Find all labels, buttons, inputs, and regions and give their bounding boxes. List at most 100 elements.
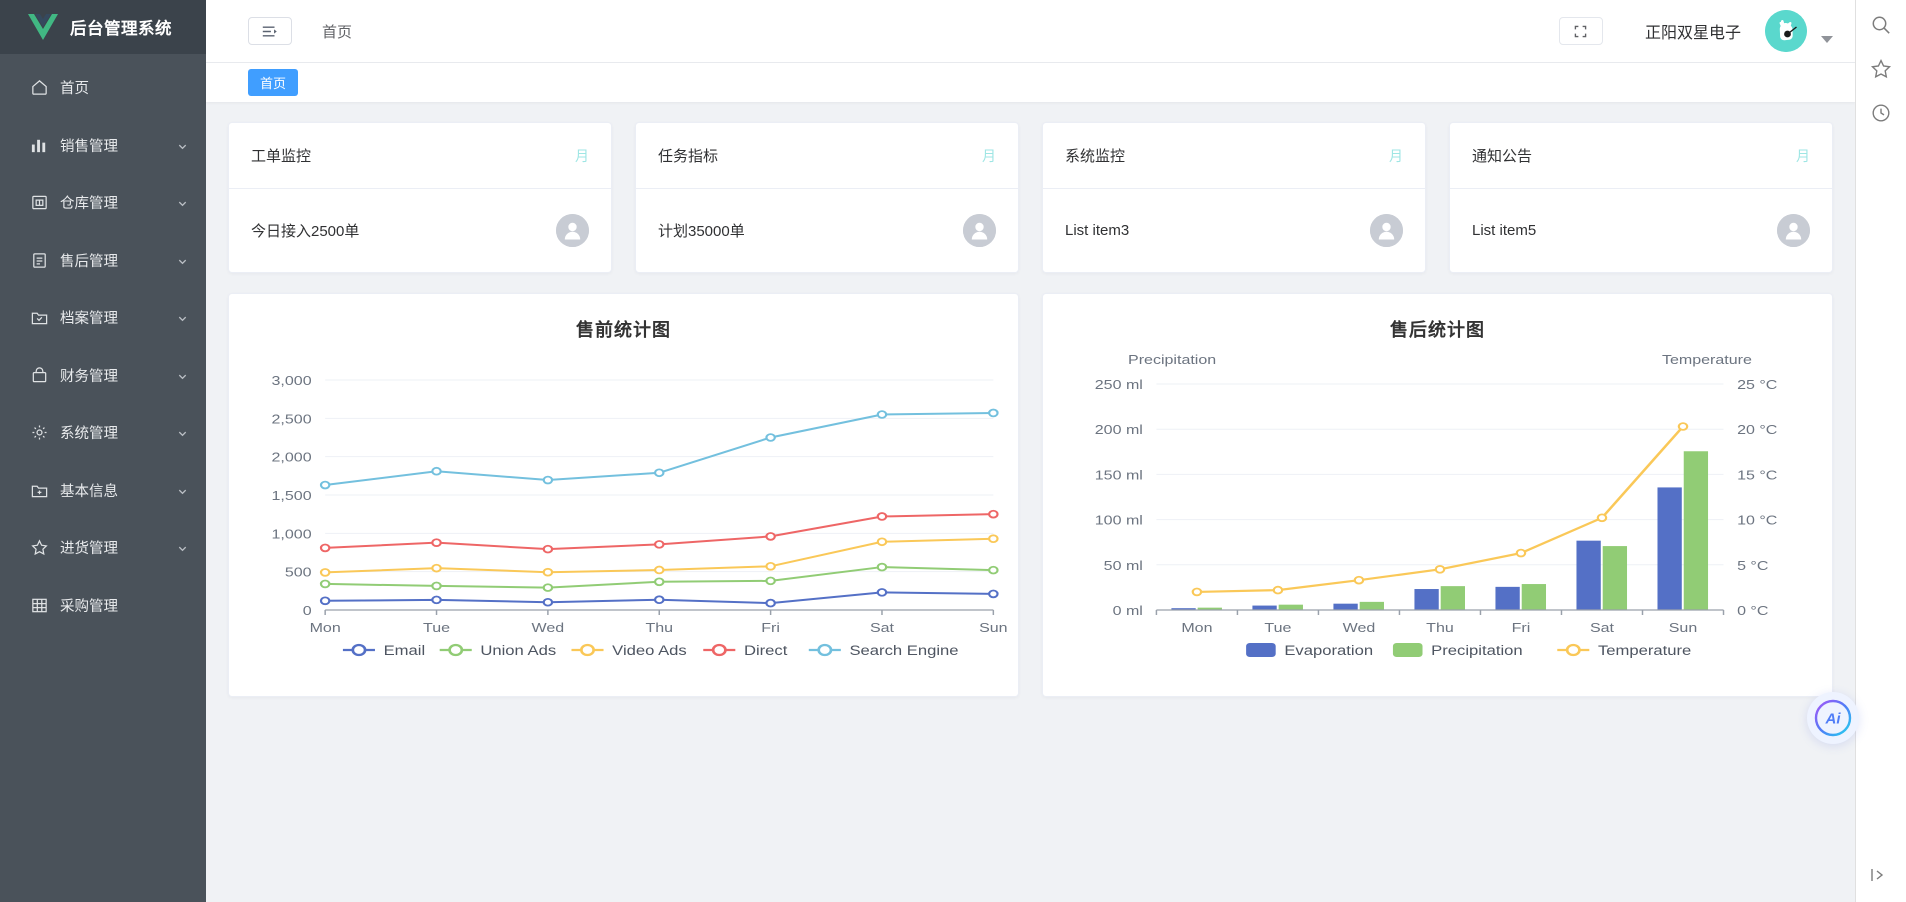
sidebar: 后台管理系统 首页 销售管理 仓库管理 售后管理 档案管理 财务管理 系统管理 … (0, 0, 206, 902)
bookmark-star-icon[interactable] (1870, 58, 1892, 80)
sidebar-item-finance[interactable]: 财务管理 (0, 347, 206, 405)
svg-text:50 ml: 50 ml (1104, 559, 1143, 573)
gear-icon (30, 423, 49, 442)
svg-text:15 °C: 15 °C (1737, 469, 1777, 483)
grid-icon (30, 596, 49, 615)
svg-text:2,000: 2,000 (272, 451, 312, 465)
folder-add-icon (30, 481, 49, 500)
tag-item-home[interactable]: 首页 (248, 69, 299, 96)
briefcase-icon (30, 366, 49, 385)
sidebar-item-label: 采购管理 (60, 598, 118, 615)
menu-fold-icon[interactable] (248, 17, 292, 45)
svg-text:100 ml: 100 ml (1095, 514, 1143, 528)
username-label: 正阳双星电子 (1644, 25, 1741, 42)
svg-text:Sat: Sat (870, 621, 894, 635)
stat-card-title: 工单监控 (251, 148, 312, 165)
chevron-down-icon[interactable] (1821, 31, 1833, 47)
brand-logo[interactable]: 后台管理系统 (0, 0, 206, 54)
svg-text:Evaporation: Evaporation (1284, 643, 1373, 658)
chevron-down-icon (177, 140, 188, 151)
svg-text:Sat: Sat (1590, 621, 1614, 635)
stat-card-title: 任务指标 (658, 148, 719, 165)
svg-text:250 ml: 250 ml (1095, 378, 1143, 392)
stat-card-link[interactable]: 月 (982, 146, 996, 166)
sidebar-item-label: 销售管理 (60, 138, 118, 155)
sidebar-item-purchase-in[interactable]: 进货管理 (0, 519, 206, 577)
stat-card-header: 通知公告 月 (1450, 123, 1832, 189)
chart-title: 售前统计图 (576, 320, 671, 340)
svg-text:Temperature: Temperature (1598, 643, 1691, 658)
svg-text:Precipitation: Precipitation (1431, 643, 1523, 658)
svg-text:Wed: Wed (1343, 621, 1376, 635)
vue-logo-icon (28, 14, 58, 40)
chevron-down-icon (177, 370, 188, 381)
sidebar-item-procurement[interactable]: 采购管理 (0, 577, 206, 635)
svg-text:20 °C: 20 °C (1737, 424, 1777, 438)
svg-text:Thu: Thu (645, 621, 673, 635)
svg-text:Sun: Sun (1669, 621, 1698, 635)
svg-text:Ai: Ai (1825, 711, 1842, 728)
svg-text:1,500: 1,500 (272, 489, 312, 503)
sidebar-item-label: 基本信息 (60, 483, 118, 500)
stat-card-header: 任务指标 月 (636, 123, 1018, 189)
stat-card: 系统监控 月 List item3 (1042, 122, 1426, 273)
sidebar-item-warehouse[interactable]: 仓库管理 (0, 174, 206, 232)
person-icon (1370, 214, 1403, 247)
breadcrumb[interactable]: 首页 (322, 21, 352, 42)
ai-assistant-icon[interactable]: Ai (1807, 692, 1859, 744)
svg-text:Mon: Mon (1181, 621, 1212, 635)
brand-title: 后台管理系统 (70, 20, 172, 38)
svg-text:25 °C: 25 °C (1737, 378, 1777, 392)
chevron-down-icon (177, 485, 188, 496)
stat-card-text: 计划35000单 (658, 223, 745, 240)
svg-text:3,000: 3,000 (272, 374, 312, 388)
search-icon[interactable] (1870, 14, 1892, 36)
history-clock-icon[interactable] (1870, 102, 1892, 124)
svg-text:1,000: 1,000 (272, 528, 312, 542)
sidebar-item-basic-info[interactable]: 基本信息 (0, 462, 206, 520)
stat-card-title: 系统监控 (1065, 148, 1126, 165)
svg-text:Fri: Fri (761, 621, 780, 635)
sidebar-item-archive[interactable]: 档案管理 (0, 289, 206, 347)
svg-text:2,500: 2,500 (272, 413, 312, 427)
chevron-down-icon (177, 255, 188, 266)
svg-text:0: 0 (303, 604, 312, 618)
svg-text:0 ml: 0 ml (1113, 604, 1143, 618)
stat-card-link[interactable]: 月 (575, 146, 589, 166)
sidebar-item-home[interactable]: 首页 (0, 59, 206, 117)
avatar[interactable] (1765, 10, 1807, 52)
person-icon (1777, 214, 1810, 247)
chart-row: 售前统计图 0 500 1,000 1,500 2,000 2,500 3,000 Mon Tu… (228, 293, 1833, 697)
svg-text:200 ml: 200 ml (1095, 424, 1143, 438)
document-icon (30, 251, 49, 270)
bar-chart-icon (30, 136, 49, 155)
svg-text:Thu: Thu (1426, 621, 1454, 635)
sidebar-item-label: 进货管理 (60, 541, 118, 558)
sidebar-item-system[interactable]: 系统管理 (0, 404, 206, 462)
sidebar-item-aftersales[interactable]: 售后管理 (0, 232, 206, 290)
svg-text:Tue: Tue (423, 621, 450, 635)
stat-card-body: 今日接入2500单 (229, 189, 611, 272)
chevron-down-icon (177, 197, 188, 208)
svg-text:0 °C: 0 °C (1737, 604, 1768, 618)
stat-card-link[interactable]: 月 (1796, 146, 1810, 166)
expand-panel-icon[interactable] (1869, 867, 1891, 886)
stat-card-text: List item5 (1472, 222, 1537, 239)
sidebar-item-sales[interactable]: 销售管理 (0, 117, 206, 175)
sidebar-item-label: 财务管理 (60, 368, 118, 385)
presales-line-chart[interactable]: 0 500 1,000 1,500 2,000 2,500 3,000 Mon Tue Wed Th… (229, 342, 1018, 682)
fullscreen-icon[interactable] (1558, 17, 1603, 45)
stat-card-header: 工单监控 月 (229, 123, 611, 189)
stat-card-link[interactable]: 月 (1389, 146, 1403, 166)
chevron-down-icon (177, 312, 188, 323)
chevron-down-icon (177, 427, 188, 438)
sidebar-item-label: 系统管理 (60, 426, 118, 443)
star-icon (30, 538, 49, 557)
stat-card-body: List item3 (1043, 189, 1425, 272)
svg-text:Tue: Tue (1264, 621, 1291, 635)
chart-title: 售后统计图 (1390, 320, 1485, 340)
aftersales-chart-card: 售后统计图 Precipitation Temperature 0 ml 50 ml 1… (1042, 293, 1833, 697)
svg-text:Fri: Fri (1512, 621, 1531, 635)
aftersales-combo-chart[interactable]: Precipitation Temperature 0 ml 50 ml 100 ml 1… (1043, 342, 1832, 682)
browser-side-rail (1855, 0, 1906, 902)
